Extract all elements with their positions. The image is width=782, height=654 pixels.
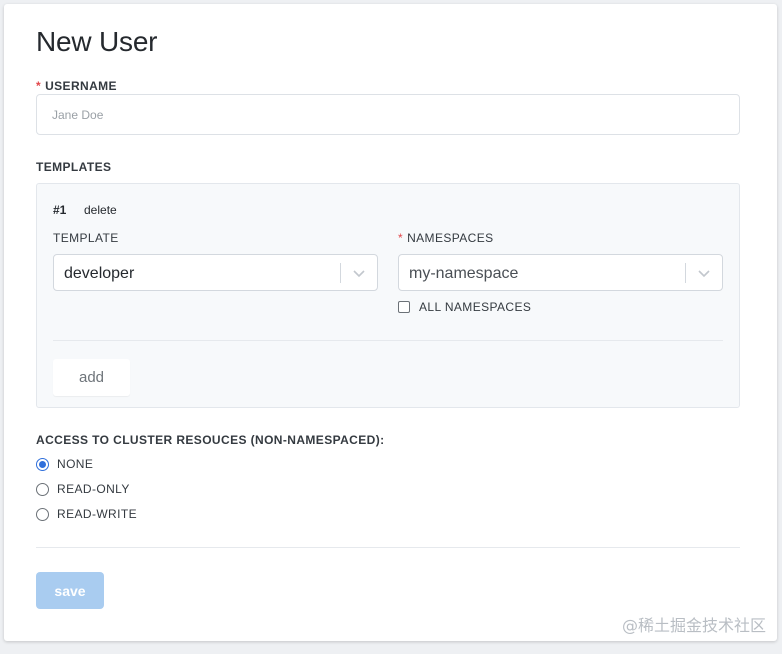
form-divider xyxy=(36,547,740,548)
access-none-label: NONE xyxy=(57,457,94,471)
required-mark: * xyxy=(36,79,42,93)
access-option-read-only[interactable]: READ-ONLY xyxy=(36,482,130,496)
templates-divider xyxy=(53,340,723,341)
access-read-write-label: READ-WRITE xyxy=(57,507,137,521)
templates-label: TEMPLATES xyxy=(36,160,112,174)
all-namespaces-label: ALL NAMESPACES xyxy=(419,300,532,314)
access-read-only-label: READ-ONLY xyxy=(57,482,130,496)
cluster-access-label: ACCESS TO CLUSTER RESOUCES (NON-NAMESPAC… xyxy=(36,433,385,447)
namespaces-label: * NAMESPACES xyxy=(398,231,494,245)
page-title: New User xyxy=(36,26,158,57)
templates-box: #1 delete TEMPLATE * NAMESPACES developer… xyxy=(36,183,740,408)
access-read-write-radio[interactable] xyxy=(36,507,49,521)
template-select-value: developer xyxy=(64,265,135,282)
access-read-only-radio[interactable] xyxy=(36,482,49,496)
access-none-radio[interactable] xyxy=(36,457,49,471)
required-mark: * xyxy=(398,231,404,245)
namespaces-select[interactable]: my-namespace xyxy=(398,254,723,291)
watermark: @稀土掘金技术社区 xyxy=(621,616,766,635)
chevron-down-icon xyxy=(353,270,365,278)
save-button[interactable]: save xyxy=(36,572,104,609)
chevron-down-icon xyxy=(698,270,710,278)
template-select[interactable]: developer xyxy=(53,254,378,291)
delete-template-link[interactable]: delete xyxy=(84,203,117,217)
all-namespaces-option[interactable]: ALL NAMESPACES xyxy=(398,300,531,314)
namespaces-label-text: NAMESPACES xyxy=(407,231,494,245)
new-user-form-card: New User *USERNAME TEMPLATES #1 delete T… xyxy=(4,4,777,641)
namespaces-select-value: my-namespace xyxy=(409,265,519,282)
username-label: * USERNAME xyxy=(36,79,117,93)
username-input[interactable] xyxy=(36,94,740,135)
template-label: TEMPLATE xyxy=(53,231,119,245)
select-separator xyxy=(340,263,341,283)
access-option-none[interactable]: NONE xyxy=(36,457,93,471)
template-index: #1 xyxy=(53,203,67,217)
all-namespaces-checkbox[interactable] xyxy=(398,301,410,313)
access-option-read-write[interactable]: READ-WRITE xyxy=(36,507,137,521)
select-separator xyxy=(685,263,686,283)
add-template-button[interactable]: add xyxy=(53,359,130,396)
username-label-text: USERNAME xyxy=(45,79,117,93)
